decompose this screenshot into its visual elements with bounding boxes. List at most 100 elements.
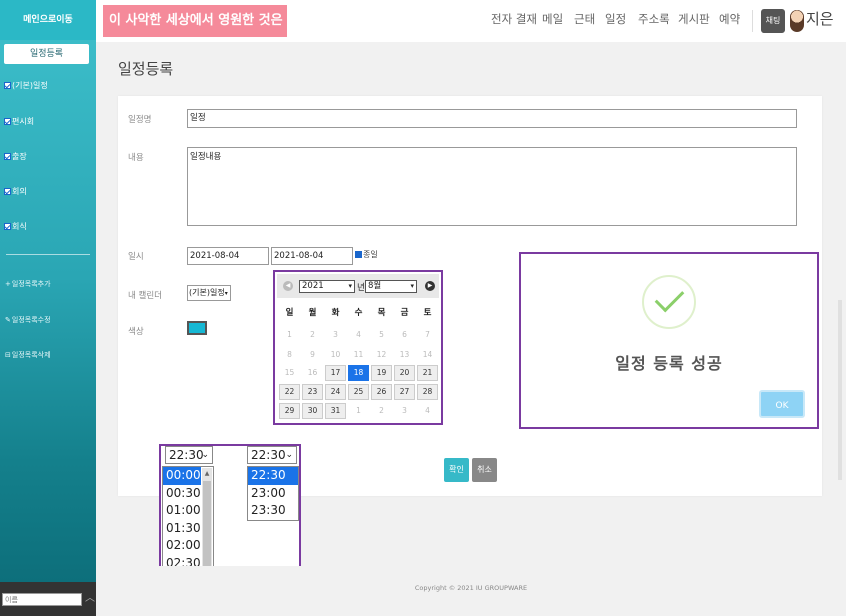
calendar-select-value: (기본)일정 [189, 288, 225, 297]
slogan-banner: 이 사악한 세상에서 영원한 것은 없다 [103, 5, 311, 37]
day-cell: 4 [356, 330, 361, 339]
confirm-button[interactable]: 확인 [444, 458, 469, 482]
sidebar-calendar-label: 편시회 [12, 117, 35, 126]
time-option[interactable]: 00:00 [163, 467, 201, 485]
start-date-input[interactable]: 2021-08-04 [187, 247, 269, 265]
start-time-select[interactable]: 22:30 ⌄ [165, 446, 213, 464]
sidebar-action-item[interactable]: ⊟일정목록삭제 [5, 349, 51, 361]
sidebar-calendar-item[interactable]: 회의 [4, 185, 27, 199]
cancel-button[interactable]: 취소 [472, 458, 497, 482]
search-input[interactable] [2, 593, 82, 606]
month-select-value: 8월 [368, 281, 382, 291]
edit-icon: ✎ [5, 316, 11, 324]
prev-month-icon[interactable]: ◀ [283, 281, 293, 291]
nav-item[interactable]: 예약 [719, 11, 740, 27]
sidebar-calendar-label: 회식 [12, 222, 27, 231]
title-input[interactable]: 일정 [187, 109, 797, 128]
calendar-select[interactable]: (기본)일정▾ [187, 285, 231, 301]
checkbox-icon[interactable] [4, 82, 11, 89]
home-link[interactable]: 메인으로이동 [0, 0, 96, 40]
month-select[interactable]: 8월 ▾ [365, 280, 417, 293]
weekday-header: 월 [308, 308, 317, 318]
day-cell[interactable]: 25 [348, 384, 369, 400]
day-cell: 11 [353, 350, 364, 359]
sidebar-action-item[interactable]: ✎일정목록수정 [5, 314, 51, 326]
add-schedule-button[interactable]: 일정등록 [4, 44, 89, 64]
next-month-icon[interactable]: ▶ [425, 281, 435, 291]
day-cell[interactable]: 21 [417, 365, 438, 381]
year-unit: 년 [357, 283, 365, 293]
sidebar-calendar-item[interactable]: 편시회 [4, 115, 34, 129]
year-select-value: 2021 [302, 281, 324, 291]
title-label: 일정명 [128, 115, 152, 125]
chat-button[interactable]: 채팅 [761, 9, 785, 33]
end-date-input[interactable]: 2021-08-04 [271, 247, 353, 265]
sidebar-calendar-item[interactable]: (기본)일정 [4, 79, 48, 93]
year-select[interactable]: 2021 ▾ [299, 280, 355, 293]
time-option[interactable]: 00:30 [163, 485, 201, 503]
sidebar-calendar-label: 회의 [12, 187, 27, 196]
day-cell: 4 [425, 406, 430, 415]
time-option[interactable]: 01:00 [163, 502, 201, 520]
scroll-up-icon[interactable]: ▲ [202, 468, 212, 480]
checkbox-icon[interactable] [4, 188, 11, 195]
sidebar-calendar-label: 출장 [12, 152, 27, 161]
day-cell[interactable]: 22 [279, 384, 300, 400]
chevron-down-icon: ⌄ [201, 450, 209, 460]
content-textarea[interactable]: 일정내용 [187, 147, 797, 226]
day-cell[interactable]: 29 [279, 403, 300, 419]
day-cell: 9 [310, 350, 315, 359]
sidebar-action-item[interactable]: +일정목록추가 [5, 278, 51, 290]
time-option[interactable]: 23:00 [248, 485, 298, 503]
content-label: 내용 [128, 153, 144, 163]
nav-item[interactable]: 일정 [605, 11, 626, 27]
day-cell[interactable]: 26 [371, 384, 392, 400]
nav-item[interactable]: 게시판 [678, 11, 710, 27]
day-cell[interactable]: 28 [417, 384, 438, 400]
checkbox-icon[interactable] [4, 223, 11, 230]
nav-item[interactable]: 근태 [574, 11, 595, 27]
day-cell[interactable]: 31 [325, 403, 346, 419]
nav-item[interactable]: 주소록 [638, 11, 670, 27]
checkbox-icon[interactable] [4, 118, 11, 125]
day-cell[interactable]: 23 [302, 384, 323, 400]
day-cell[interactable]: 30 [302, 403, 323, 419]
day-cell[interactable]: 27 [394, 384, 415, 400]
time-option[interactable]: 22:30 [248, 467, 298, 485]
user-name[interactable]: 지은 [806, 8, 834, 29]
weekday-header: 목 [377, 308, 386, 318]
end-time-select[interactable]: 22:30 ⌄ [247, 446, 297, 464]
day-cell: 16 [307, 368, 318, 377]
color-picker[interactable] [187, 321, 207, 335]
time-option[interactable]: 23:30 [248, 502, 298, 520]
day-cell[interactable]: 24 [325, 384, 346, 400]
nav-item[interactable]: 메일 [542, 11, 563, 27]
checkbox-icon[interactable] [355, 251, 362, 258]
allday-checkbox[interactable]: 종일 [355, 250, 378, 260]
color-label: 색상 [128, 327, 144, 337]
footer: Copyright © 2021 IU GROUPWARE [96, 566, 846, 616]
weekday-header: 화 [331, 308, 340, 318]
sidebar-action-label: 일정목록삭제 [11, 351, 51, 359]
time-option[interactable]: 02:00 [163, 537, 201, 555]
day-cell[interactable]: 17 [325, 365, 346, 381]
selected-day-cell[interactable]: 18 [348, 365, 369, 381]
day-cell: 3 [402, 406, 407, 415]
page-edge-shadow [838, 300, 842, 480]
avatar[interactable] [790, 10, 804, 32]
checkbox-icon[interactable] [4, 153, 11, 160]
copyright-text: Copyright © 2021 IU GROUPWARE [414, 584, 528, 592]
day-cell[interactable]: 19 [371, 365, 392, 381]
sidebar-calendar-item[interactable]: 회식 [4, 220, 27, 234]
day-cell: 10 [330, 350, 341, 359]
day-cell: 2 [379, 406, 384, 415]
weekday-header: 금 [400, 308, 409, 318]
time-option[interactable]: 01:30 [163, 520, 201, 538]
ok-button[interactable]: OK [759, 390, 805, 418]
chevron-up-icon[interactable]: ︿ [84, 592, 96, 606]
day-cell: 6 [402, 330, 407, 339]
day-cell[interactable]: 20 [394, 365, 415, 381]
chevron-down-icon: ▾ [410, 282, 414, 290]
nav-item[interactable]: 전자 결재 [491, 11, 537, 27]
sidebar-calendar-item[interactable]: 출장 [4, 150, 27, 164]
